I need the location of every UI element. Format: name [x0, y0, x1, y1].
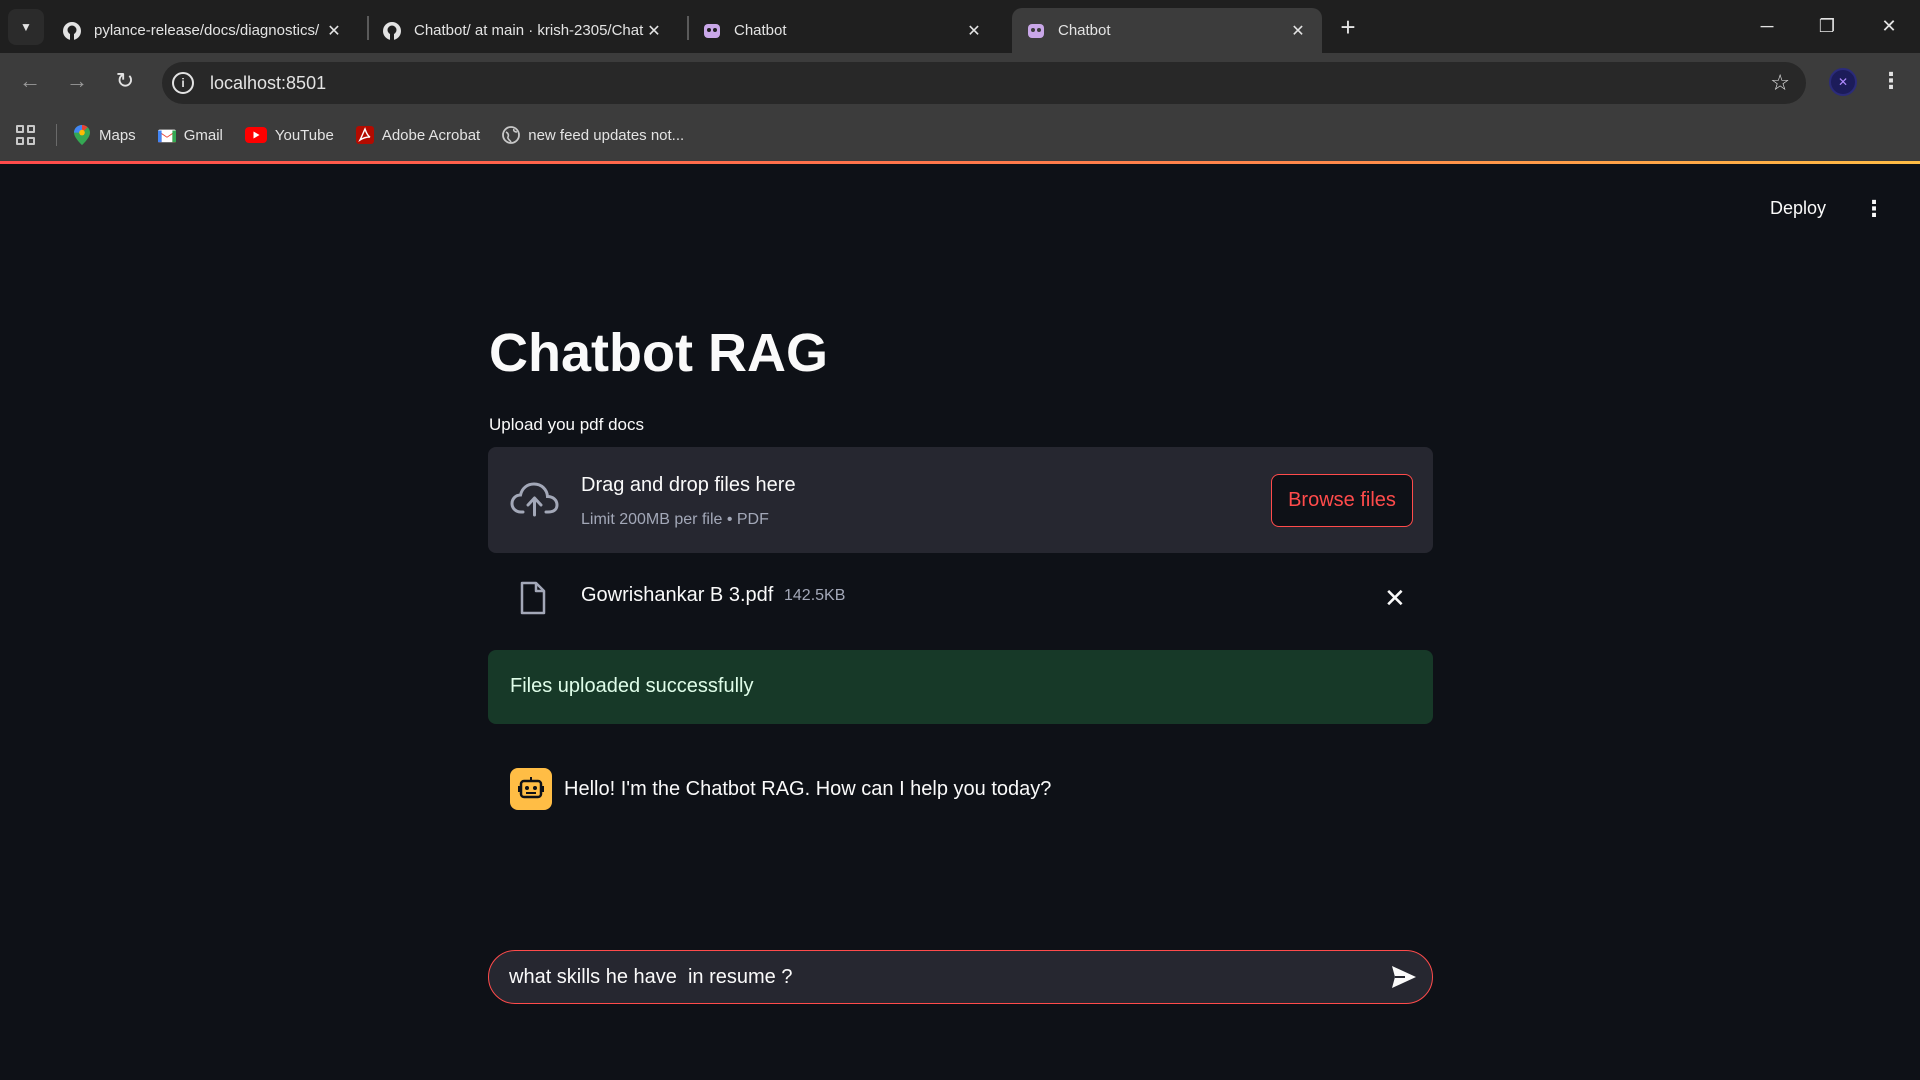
bookmark-youtube[interactable]: YouTube [244, 126, 334, 144]
dropzone-title: Drag and drop files here [581, 474, 796, 496]
new-tab-button[interactable]: + [1333, 12, 1363, 42]
chat-input-container [488, 950, 1433, 1004]
bookmark-maps[interactable]: Maps [73, 125, 136, 145]
tab-title: Chatbot [734, 22, 787, 39]
browser-menu-button[interactable]: ⋮ [1880, 68, 1902, 94]
dropzone-subtitle: Limit 200MB per file • PDF [581, 511, 769, 528]
bookmark-acrobat[interactable]: Adobe Acrobat [355, 126, 481, 144]
close-icon[interactable]: ✕ [644, 21, 664, 41]
back-button[interactable]: ← [14, 65, 46, 97]
github-icon [382, 21, 402, 41]
assistant-message-text: Hello! I'm the Chatbot RAG. How can I he… [564, 778, 1052, 800]
address-bar[interactable]: i localhost:8501 ☆ [162, 62, 1806, 104]
acrobat-icon [355, 126, 374, 144]
close-icon[interactable]: ✕ [964, 21, 984, 41]
tab-title: Chatbot [1058, 22, 1111, 39]
restore-button[interactable]: ❐ [1804, 8, 1850, 44]
address-url[interactable]: localhost:8501 [210, 73, 326, 94]
bookmark-feed[interactable]: new feed updates not... [502, 126, 684, 144]
minimize-icon: ─ [1760, 15, 1774, 36]
arrow-right-icon: → [66, 68, 88, 93]
bookmark-label: new feed updates not... [528, 126, 685, 144]
bookmark-label: Gmail [183, 126, 223, 144]
site-info-icon[interactable]: i [172, 72, 194, 94]
tab-search-button[interactable]: ▼ [8, 9, 44, 45]
uploader-label: Upload you pdf docs [489, 415, 644, 434]
github-icon [62, 21, 82, 41]
chatbot-icon [702, 21, 722, 41]
tab-chatbot-github[interactable]: Chatbot/ at main · krish-2305/Chat ✕ [368, 8, 678, 53]
uploaded-file-row: Gowrishankar B 3.pdf 142.5KB ✕ [488, 573, 1433, 633]
bookmark-label: YouTube [274, 126, 334, 144]
browse-files-button[interactable]: Browse files [1271, 474, 1413, 527]
close-icon[interactable]: ✕ [1288, 21, 1308, 41]
page-title: Chatbot RAG [489, 323, 828, 383]
bookmark-label: Adobe Acrobat [381, 126, 481, 144]
reload-icon: ↻ [115, 68, 135, 93]
cloud-upload-icon [510, 482, 559, 517]
app-menu-button[interactable]: ⋮ [1863, 196, 1885, 222]
browser-toolbar: ← → ↻ i localhost:8501 ☆ ✕ ⋮ [0, 53, 1920, 109]
send-icon[interactable] [1391, 965, 1417, 989]
chevron-down-icon: ▼ [20, 20, 32, 34]
profile-icon: ✕ [1837, 75, 1849, 89]
tab-chatbot-active[interactable]: Chatbot ✕ [1012, 8, 1322, 53]
arrow-left-icon: ← [19, 68, 41, 93]
bot-avatar [510, 768, 552, 810]
bookmark-label: Maps [99, 126, 136, 144]
file-name: Gowrishankar B 3.pdf [581, 584, 774, 606]
tab-pylance[interactable]: pylance-release/docs/diagnostics/ ✕ [48, 8, 358, 53]
file-dropzone[interactable]: Drag and drop files here Limit 200MB per… [488, 447, 1433, 553]
restore-icon: ❐ [1818, 15, 1836, 36]
more-vertical-icon: ⋮ [1863, 196, 1885, 221]
assistant-message: Hello! I'm the Chatbot RAG. How can I he… [510, 768, 1410, 812]
success-alert-text: Files uploaded successfully [510, 675, 754, 697]
apps-grid-icon[interactable] [16, 125, 36, 145]
deploy-button[interactable]: Deploy [1770, 198, 1826, 219]
close-icon: ✕ [1881, 15, 1897, 36]
plus-icon: + [1340, 11, 1356, 42]
bookmarks-divider [56, 124, 57, 146]
maps-icon [73, 125, 91, 145]
tab-title: pylance-release/docs/diagnostics/ [94, 22, 320, 39]
bookmark-star-icon[interactable]: ☆ [1770, 70, 1790, 96]
chat-input[interactable] [509, 951, 1349, 1003]
profile-avatar[interactable]: ✕ [1829, 68, 1857, 96]
tab-strip: ▼ pylance-release/docs/diagnostics/ ✕ Ch… [0, 0, 1920, 53]
chatbot-icon [1026, 21, 1046, 41]
gmail-icon [157, 126, 176, 144]
success-alert: Files uploaded successfully [488, 650, 1433, 724]
file-size: 142.5KB [784, 587, 846, 604]
window-close-button[interactable]: ✕ [1866, 8, 1912, 44]
more-vertical-icon: ⋮ [1880, 68, 1902, 93]
bookmark-gmail[interactable]: Gmail [157, 126, 223, 144]
minimize-button[interactable]: ─ [1744, 8, 1790, 44]
bookmarks-bar: Maps Gmail YouTube Adobe Acrobat new fee… [0, 109, 1920, 161]
app-main: Deploy ⋮ Chatbot RAG Upload you pdf docs… [0, 164, 1920, 1080]
file-icon [520, 581, 546, 615]
tab-chatbot[interactable]: Chatbot ✕ [688, 8, 998, 53]
tab-title: Chatbot/ at main · krish-2305/Chat [414, 22, 644, 39]
remove-file-button[interactable]: ✕ [1384, 583, 1406, 614]
reload-button[interactable]: ↻ [109, 65, 141, 97]
forward-button[interactable]: → [61, 65, 93, 97]
globe-icon [502, 126, 521, 144]
close-icon[interactable]: ✕ [324, 21, 344, 41]
youtube-icon [244, 126, 267, 144]
robot-icon [518, 777, 544, 799]
